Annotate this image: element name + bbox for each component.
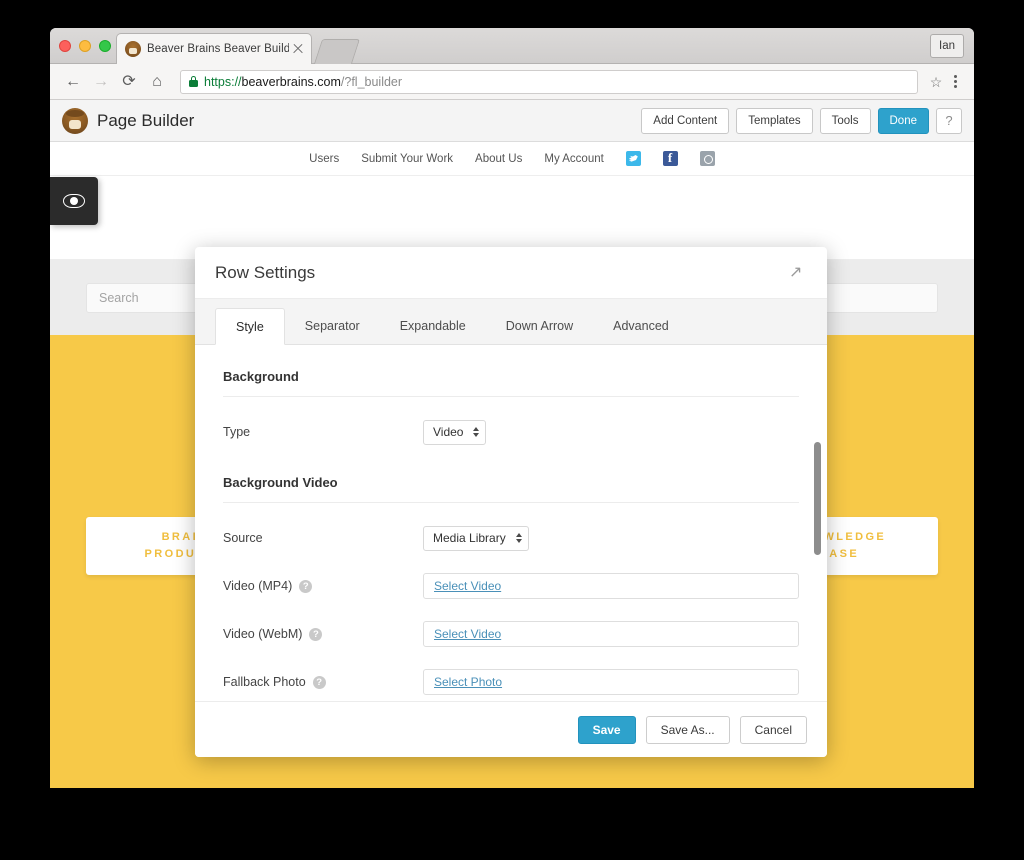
reload-icon[interactable]: ⟳ — [116, 69, 142, 95]
tab-expandable[interactable]: Expandable — [380, 307, 486, 344]
browser-profile-button[interactable]: Ian — [930, 34, 964, 58]
page-builder-bar: Page Builder Add Content Templates Tools… — [50, 100, 974, 142]
page-viewport: Page Builder Add Content Templates Tools… — [50, 100, 974, 788]
form-row-fallback-photo: Fallback Photo? Select Photo — [223, 669, 799, 695]
facebook-icon[interactable] — [663, 151, 678, 166]
label-source: Source — [223, 531, 423, 545]
chevron-updown-icon — [516, 533, 522, 543]
browser-tab-title: Beaver Brains Beaver Builder W — [147, 43, 289, 55]
chevron-updown-icon — [473, 427, 479, 437]
home-icon[interactable]: ⌂ — [144, 69, 170, 95]
tools-button[interactable]: Tools — [820, 108, 871, 134]
preview-toggle-button[interactable] — [50, 177, 98, 225]
close-window-button[interactable] — [59, 40, 71, 52]
instagram-icon[interactable] — [700, 151, 715, 166]
add-content-button[interactable]: Add Content — [641, 108, 729, 134]
browser-menu-icon[interactable] — [946, 75, 964, 88]
tab-down-arrow[interactable]: Down Arrow — [486, 307, 593, 344]
new-tab-button[interactable] — [314, 39, 360, 64]
dialog-title: Row Settings — [215, 263, 789, 283]
help-icon[interactable]: ? — [313, 676, 326, 689]
section-background-video: Background Video — [223, 475, 799, 503]
select-video-link[interactable]: Select Video — [434, 627, 501, 641]
expand-icon[interactable]: ↗ — [789, 264, 807, 282]
help-icon[interactable]: ? — [309, 628, 322, 641]
site-navigation: Users Submit Your Work About Us My Accou… — [50, 142, 974, 176]
source-select-value: Media Library — [433, 531, 506, 545]
eye-icon — [63, 194, 85, 208]
cancel-button[interactable]: Cancel — [740, 716, 807, 744]
nav-link-users[interactable]: Users — [309, 153, 339, 165]
save-as-button[interactable]: Save As... — [646, 716, 730, 744]
dialog-header: Row Settings ↗ — [195, 247, 827, 299]
maximize-window-button[interactable] — [99, 40, 111, 52]
type-select[interactable]: Video — [423, 420, 486, 445]
twitter-icon[interactable] — [626, 151, 641, 166]
label-type: Type — [223, 425, 423, 439]
form-row-video-webm: Video (WebM)? Select Video — [223, 621, 799, 647]
type-select-value: Video — [433, 425, 463, 439]
nav-link-my-account[interactable]: My Account — [544, 153, 603, 165]
beaver-logo-icon — [62, 108, 88, 134]
dialog-scrollbar-thumb[interactable] — [814, 442, 821, 555]
lock-icon — [189, 76, 198, 87]
browser-window: Beaver Brains Beaver Builder W Ian ← → ⟳… — [50, 28, 974, 788]
label-video-mp4: Video (MP4)? — [223, 579, 423, 593]
templates-button[interactable]: Templates — [736, 108, 812, 134]
source-select[interactable]: Media Library — [423, 526, 529, 551]
video-webm-picker[interactable]: Select Video — [423, 621, 799, 647]
video-mp4-picker[interactable]: Select Video — [423, 573, 799, 599]
forward-icon: → — [88, 69, 114, 95]
save-button[interactable]: Save — [578, 716, 636, 744]
tab-advanced[interactable]: Advanced — [593, 307, 689, 344]
beaver-favicon-icon — [125, 41, 141, 57]
tab-style[interactable]: Style — [215, 308, 285, 345]
select-photo-link[interactable]: Select Photo — [434, 675, 502, 689]
row-settings-dialog: Row Settings ↗ Style Separator Expandabl… — [195, 247, 827, 757]
page-builder-title: Page Builder — [97, 111, 634, 131]
close-tab-icon[interactable] — [291, 42, 305, 56]
fallback-photo-picker[interactable]: Select Photo — [423, 669, 799, 695]
form-row-source: Source Media Library — [223, 525, 799, 551]
back-icon[interactable]: ← — [60, 69, 86, 95]
address-bar-url: https://beaverbrains.com/?fl_builder — [204, 75, 402, 89]
dialog-scrollbar[interactable] — [814, 345, 821, 701]
browser-tab-strip: Beaver Brains Beaver Builder W Ian — [50, 28, 974, 64]
browser-profile-label: Ian — [939, 40, 955, 52]
search-placeholder: Search — [99, 291, 139, 305]
dialog-tabs: Style Separator Expandable Down Arrow Ad… — [195, 299, 827, 345]
form-row-video-mp4: Video (MP4)? Select Video — [223, 573, 799, 599]
help-icon[interactable]: ? — [299, 580, 312, 593]
dialog-content: Background Type Video Background Video S… — [195, 345, 827, 701]
nav-link-about-us[interactable]: About Us — [475, 153, 522, 165]
select-video-link[interactable]: Select Video — [434, 579, 501, 593]
done-button[interactable]: Done — [878, 108, 930, 134]
browser-toolbar: ← → ⟳ ⌂ https://beaverbrains.com/?fl_bui… — [50, 64, 974, 100]
browser-tab-active[interactable]: Beaver Brains Beaver Builder W — [116, 33, 312, 64]
label-video-webm: Video (WebM)? — [223, 627, 423, 641]
nav-link-submit-your-work[interactable]: Submit Your Work — [361, 153, 453, 165]
dialog-footer: Save Save As... Cancel — [195, 701, 827, 757]
address-bar[interactable]: https://beaverbrains.com/?fl_builder — [180, 70, 918, 94]
section-background: Background — [223, 369, 799, 397]
form-row-type: Type Video — [223, 419, 799, 445]
minimize-window-button[interactable] — [79, 40, 91, 52]
tab-separator[interactable]: Separator — [285, 307, 380, 344]
window-traffic-lights — [59, 40, 111, 52]
bookmark-star-icon[interactable]: ☆ — [928, 74, 944, 90]
label-fallback-photo: Fallback Photo? — [223, 675, 423, 689]
help-icon[interactable]: ? — [936, 108, 962, 134]
